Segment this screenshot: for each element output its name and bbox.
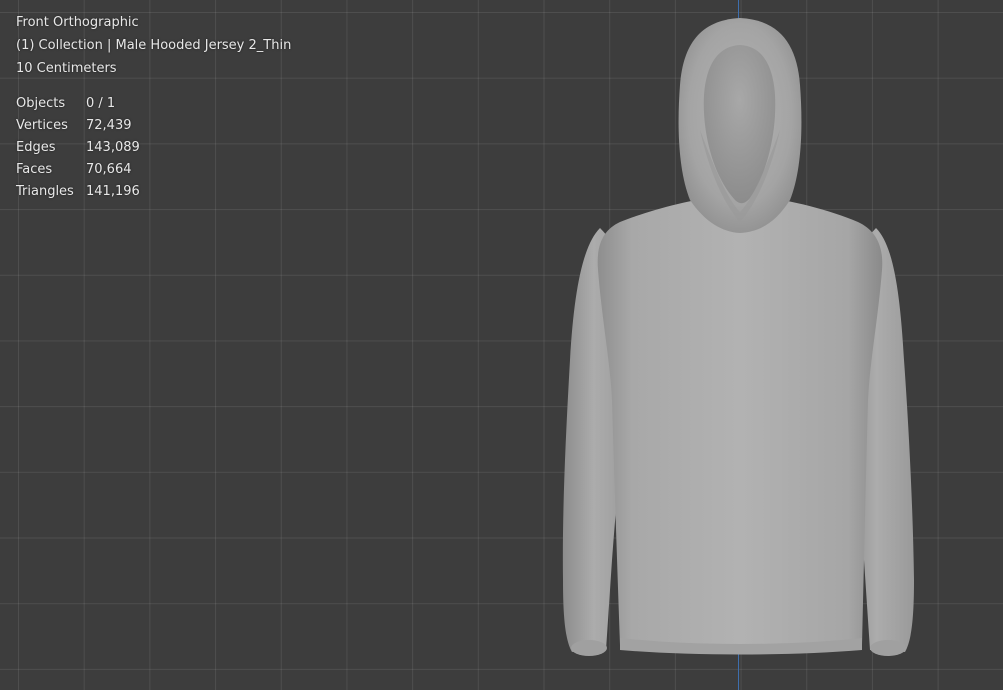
stat-label: Faces [16, 162, 53, 177]
stat-value: 143,089 [86, 140, 140, 155]
stat-label: Edges [16, 140, 56, 155]
stat-label: Objects [16, 96, 66, 111]
right-cuff [870, 640, 906, 656]
stat-value: 72,439 [86, 118, 132, 133]
stat-edges: Edges 143,089 [16, 137, 291, 159]
stat-triangles: Triangles 141,196 [16, 181, 291, 203]
stat-faces: Faces 70,664 [16, 159, 291, 181]
scene-statistics: Objects 0 / 1 Vertices 72,439 Edges 143,… [16, 93, 291, 203]
stat-value: 0 / 1 [86, 96, 116, 111]
torso [597, 197, 883, 651]
stat-label: Vertices [16, 118, 68, 133]
grid-scale-label: 10 Centimeters [16, 61, 117, 76]
3d-viewport[interactable]: Front Orthographic (1) Collection | Male… [0, 0, 1003, 690]
stat-vertices: Vertices 72,439 [16, 115, 291, 137]
stat-objects: Objects 0 / 1 [16, 93, 291, 115]
view-name-label: Front Orthographic [16, 15, 139, 30]
collection-label: (1) Collection | Male Hooded Jersey 2_Th… [16, 38, 292, 53]
stat-value: 141,196 [86, 184, 140, 199]
viewport-text-overlay: Front Orthographic (1) Collection | Male… [16, 11, 291, 203]
left-cuff [571, 640, 607, 656]
stat-value: 70,664 [86, 162, 132, 177]
stat-label: Triangles [16, 184, 74, 199]
